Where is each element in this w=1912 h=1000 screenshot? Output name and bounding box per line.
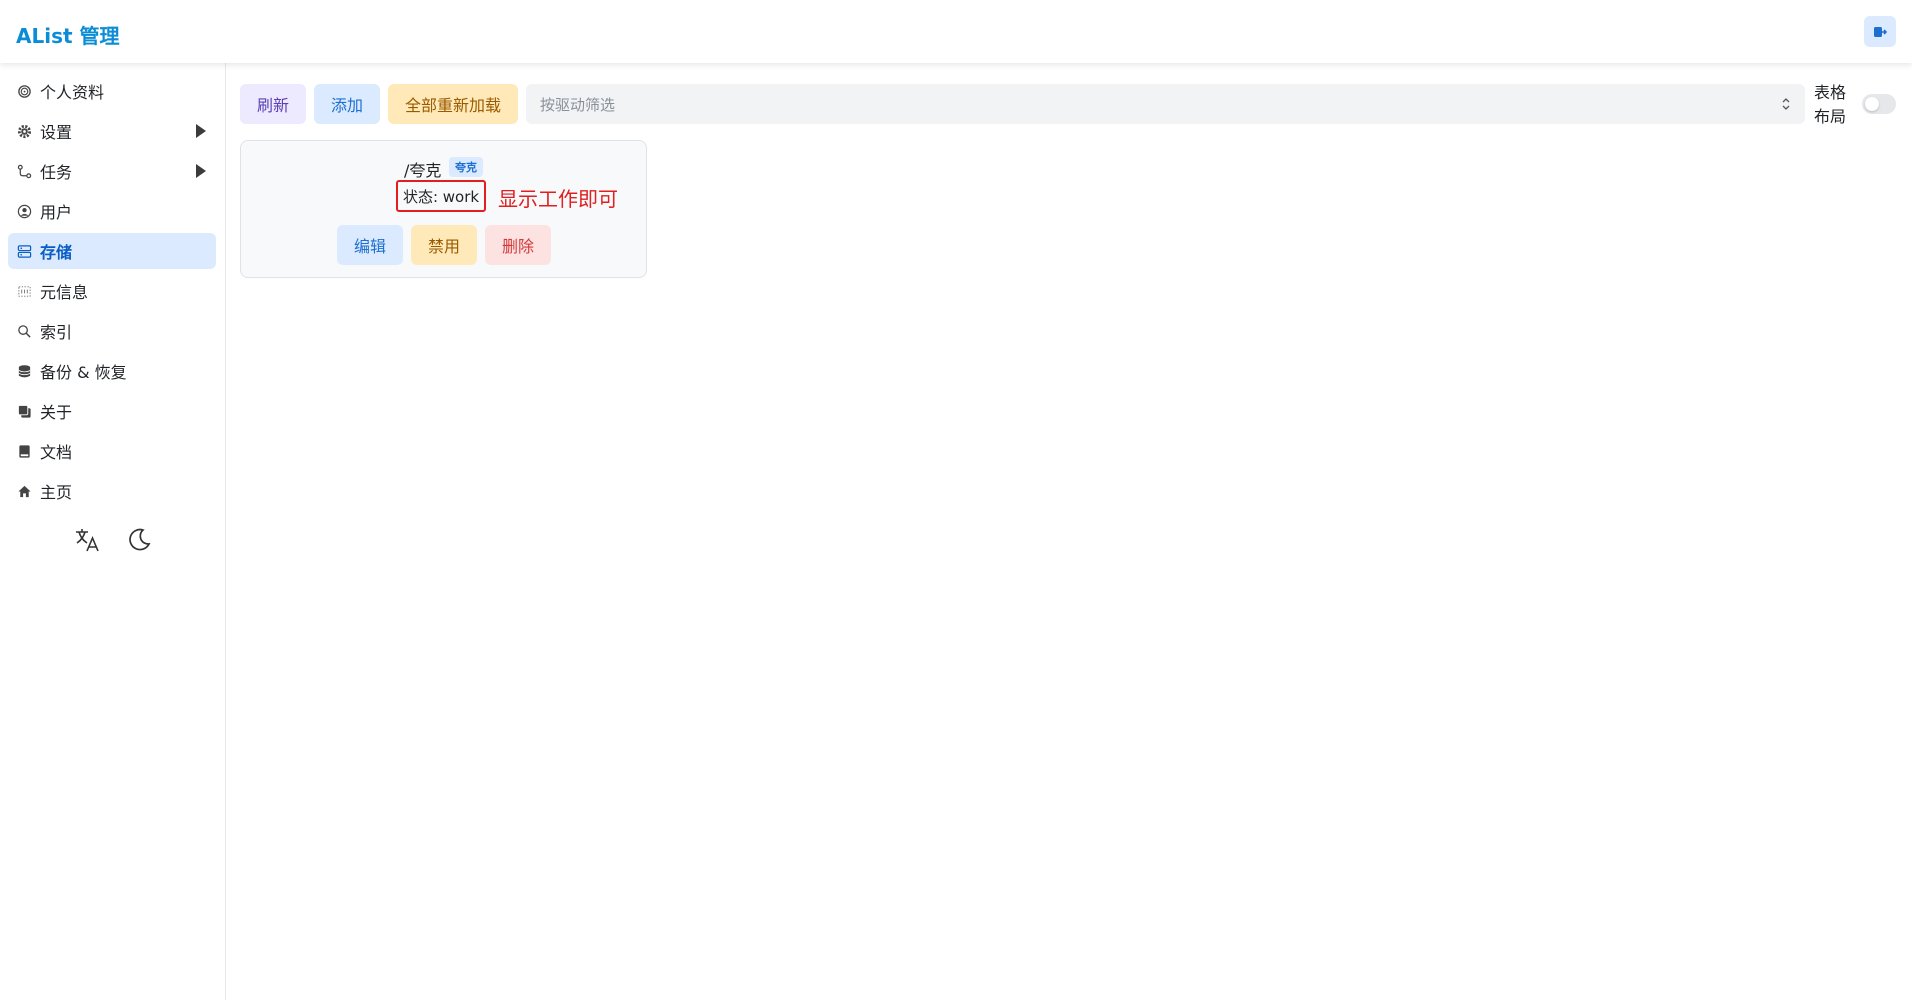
database-server-icon xyxy=(16,243,32,259)
table-layout-label: 表格 布局 xyxy=(1814,83,1847,126)
sidebar-item-label: 设置 xyxy=(40,123,73,142)
refresh-button[interactable]: 刷新 xyxy=(240,84,306,124)
theme-toggle-button[interactable] xyxy=(124,525,154,555)
toggle-knob xyxy=(1865,97,1879,111)
search-icon xyxy=(16,323,32,339)
sidebar-item-label: 主页 xyxy=(40,483,73,502)
caret-right-icon xyxy=(196,124,206,138)
reload-all-button[interactable]: 全部重新加载 xyxy=(388,84,518,124)
driver-badge: 夸克 xyxy=(449,157,483,177)
sidebar-item-profile[interactable]: 个人资料 xyxy=(8,73,216,109)
annotation-note: 显示工作即可 xyxy=(498,187,618,211)
gear-icon xyxy=(16,123,32,139)
sidebar: 个人资料 设置 任务 用户 存储 元信息 索引 备份 & 恢复 关于 文档 主页 xyxy=(0,63,226,1000)
status-text: 状态: work xyxy=(396,180,486,212)
sidebar-item-label: 存储 xyxy=(40,243,73,262)
storage-card: /夸克 夸克 状态: work 显示工作即可 编辑 禁用 删除 xyxy=(240,140,647,278)
sidebar-item-label: 关于 xyxy=(40,403,73,422)
sidebar-item-about[interactable]: 关于 xyxy=(8,393,216,429)
sidebar-item-metadata[interactable]: 元信息 xyxy=(8,273,216,309)
delete-button[interactable]: 删除 xyxy=(485,225,551,265)
logout-button[interactable] xyxy=(1864,16,1896,47)
sidebar-item-label: 用户 xyxy=(40,203,73,222)
sidebar-item-tasks[interactable]: 任务 xyxy=(8,153,216,189)
caret-right-icon xyxy=(196,164,206,178)
logout-icon xyxy=(1874,26,1887,37)
sidebar-item-settings[interactable]: 设置 xyxy=(8,113,216,149)
top-header: AList 管理 xyxy=(0,0,1912,63)
moon-icon xyxy=(129,528,151,551)
sidebar-item-label: 个人资料 xyxy=(40,83,105,102)
translate-icon xyxy=(76,529,99,552)
sidebar-item-label: 任务 xyxy=(40,163,73,182)
add-button[interactable]: 添加 xyxy=(314,84,380,124)
driver-filter-select[interactable]: 按驱动筛选 xyxy=(526,84,1805,124)
route-icon xyxy=(16,163,32,179)
sidebar-item-storage[interactable]: 存储 xyxy=(8,233,216,269)
sidebar-item-home[interactable]: 主页 xyxy=(8,473,216,509)
sidebar-item-label: 文档 xyxy=(40,443,73,462)
app-title: AList 管理 xyxy=(16,24,120,48)
sidebar-tools xyxy=(72,525,154,555)
database-icon xyxy=(16,363,32,379)
metadata-icon xyxy=(16,283,32,299)
mount-path: /夸克 xyxy=(404,161,442,180)
sidebar-item-users[interactable]: 用户 xyxy=(8,193,216,229)
table-layout-toggle[interactable] xyxy=(1862,94,1896,114)
select-arrows-icon xyxy=(1782,98,1790,110)
filter-placeholder: 按驱动筛选 xyxy=(540,95,616,114)
sidebar-item-label: 元信息 xyxy=(40,283,89,302)
sidebar-item-docs[interactable]: 文档 xyxy=(8,433,216,469)
sidebar-item-backup-restore[interactable]: 备份 & 恢复 xyxy=(8,353,216,389)
sidebar-item-index[interactable]: 索引 xyxy=(8,313,216,349)
edit-button[interactable]: 编辑 xyxy=(337,225,403,265)
fingerprint-icon xyxy=(16,83,32,99)
sidebar-item-label: 备份 & 恢复 xyxy=(40,363,127,382)
user-circle-icon xyxy=(16,203,32,219)
sidebar-item-label: 索引 xyxy=(40,323,73,342)
home-icon xyxy=(16,483,32,499)
disable-button[interactable]: 禁用 xyxy=(411,225,477,265)
copy-icon xyxy=(16,403,32,419)
language-button[interactable] xyxy=(72,525,102,555)
book-icon xyxy=(16,443,32,459)
